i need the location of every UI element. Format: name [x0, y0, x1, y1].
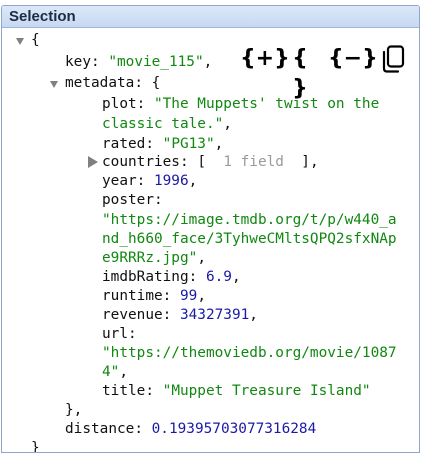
field-poster-value: "https://image.tmdb.org/t/p/w440_a: [102, 212, 397, 228]
field-title-value: "Muppet Treasure Island": [162, 383, 371, 399]
expand-countries-toggle-icon[interactable]: [88, 156, 98, 168]
braces-button[interactable]: { }: [283, 44, 317, 101]
countries-field-count: 1 field: [223, 154, 284, 170]
json-tree: { key: "movie_115", metadata: { plot: "T…: [2, 28, 419, 453]
field-distance: distance: 0.19395703077316284: [65, 421, 317, 437]
field-url-value: "https://themoviedb.org/movie/1087: [102, 345, 397, 361]
collapse-metadata-toggle-icon[interactable]: [50, 81, 58, 88]
field-imdbrating: imdbRating: 6.9,: [102, 269, 241, 285]
field-countries: countries: [ 1 field ],: [102, 154, 319, 170]
metadata-close-brace: },: [65, 402, 83, 418]
field-plot: plot: "The Muppets' twist on the: [102, 96, 380, 112]
field-poster-value-end: e9RRRz.jpg",: [102, 250, 206, 266]
field-title: title: "Muppet Treasure Island": [102, 383, 371, 399]
field-rated-value: "PG13": [162, 136, 215, 152]
field-metadata: metadata: {: [65, 75, 161, 91]
field-key-value: "movie_115": [108, 54, 204, 70]
root-open-brace: {: [31, 32, 40, 48]
field-year-value: 1996: [153, 173, 189, 189]
panel-title: Selection: [9, 8, 76, 25]
root-close-brace: }: [31, 440, 40, 453]
field-revenue-value: 34327391: [179, 307, 250, 323]
field-revenue: revenue: 34327391,: [102, 307, 258, 323]
field-poster: poster:: [102, 192, 163, 208]
field-imdbrating-value: 6.9: [205, 269, 232, 285]
field-url-value-end: 4",: [102, 364, 128, 380]
field-year: year: 1996,: [102, 173, 198, 189]
field-plot-cont: classic tale.",: [102, 116, 232, 132]
collapse-all-button[interactable]: {−}: [328, 44, 378, 74]
field-poster-value-cont: nd_h660_face/3TyhweCMltsQPQ2sfxNAp: [102, 231, 397, 247]
collapse-root-toggle-icon[interactable]: [16, 38, 24, 45]
field-runtime-value: 99: [179, 288, 198, 304]
expand-all-button[interactable]: {+}: [240, 44, 290, 74]
panel-titlebar: Selection: [2, 6, 419, 28]
field-runtime: runtime: 99,: [102, 288, 206, 304]
field-url: url:: [102, 326, 137, 342]
field-distance-value: 0.19395703077316284: [151, 421, 317, 437]
field-plot-value: "The Muppets' twist on the: [153, 96, 380, 112]
selection-panel: Selection { key: "movie_115", metadata: …: [1, 5, 420, 453]
field-rated: rated: "PG13",: [102, 136, 224, 152]
field-key: key: "movie_115",: [65, 54, 213, 70]
copy-icon[interactable]: [381, 45, 405, 73]
